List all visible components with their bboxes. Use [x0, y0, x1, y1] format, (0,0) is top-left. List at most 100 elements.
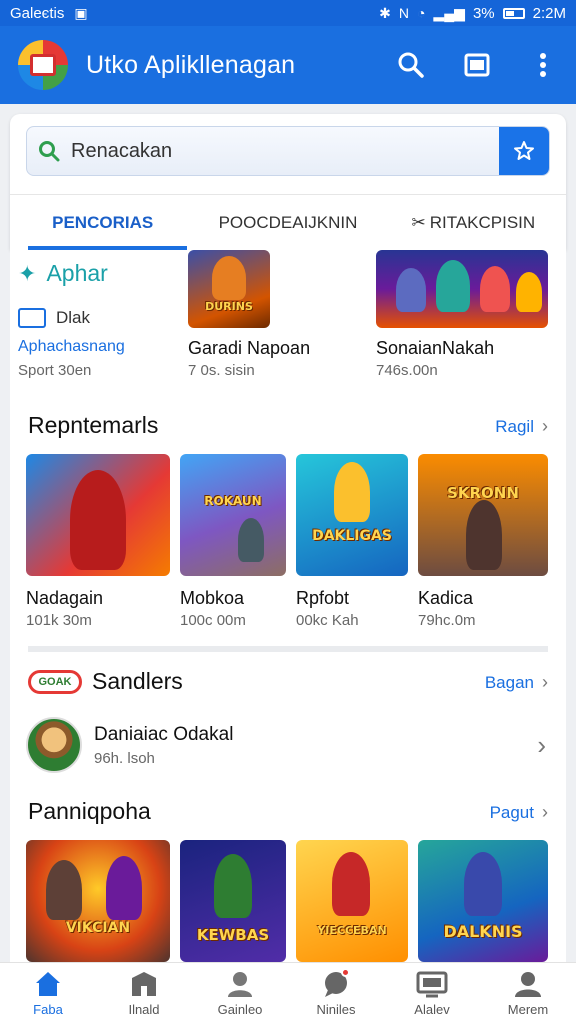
app-name[interactable]: Garadi Napoan — [188, 338, 310, 359]
see-more-link[interactable]: Pagut › — [490, 802, 548, 823]
app-thumb[interactable]: SKRONN — [418, 454, 548, 576]
character-art — [436, 260, 470, 312]
character-art — [106, 856, 142, 920]
nav-store[interactable]: Ilnald — [96, 963, 192, 1024]
nav-home[interactable]: Faba — [0, 963, 96, 1024]
featured-heading[interactable]: ✦ Aphar — [18, 260, 108, 287]
tv-icon — [416, 970, 448, 998]
featured-heading-text: Aphar — [46, 260, 108, 286]
section-title-sandlers: Sandlers — [92, 668, 183, 694]
app-meta: 7 0s. sisin — [188, 362, 255, 379]
app-meta: 79hc.0m — [418, 612, 476, 629]
featured-thumb-1[interactable]: DURINS — [188, 250, 270, 328]
chevron-right-icon: › — [542, 416, 548, 436]
app-thumb[interactable]: YIECCEBAN — [296, 840, 408, 962]
voice-search-button[interactable] — [499, 127, 549, 175]
nav-person[interactable]: Gainleo — [192, 963, 288, 1024]
featured-thumb-2[interactable] — [376, 250, 548, 328]
tab-ritakcpisin[interactable]: ✂ RITAKCPISIN — [381, 195, 566, 250]
list-item-title: Daniaiac Odakal — [94, 723, 234, 745]
chevron-right-icon: › — [542, 672, 548, 692]
notification-icon: ▣ — [74, 4, 88, 21]
person-icon — [224, 970, 256, 998]
featured-sublabel[interactable]: Dlak — [18, 308, 90, 328]
nav-chat[interactable]: Niniles — [288, 963, 384, 1024]
app-thumb[interactable]: KEWBAS — [180, 840, 286, 962]
character-art — [238, 518, 264, 562]
app-meta: 101k 30m — [26, 612, 92, 629]
app-thumb[interactable]: DALKNIS — [418, 840, 548, 962]
see-more-label: Pagut — [489, 802, 534, 822]
nav-account[interactable]: Merem — [480, 963, 576, 1024]
app-thumb[interactable]: ROKAUN — [180, 454, 286, 576]
section-title-recommended: Repntemarls — [28, 412, 159, 438]
nfc-icon: N — [398, 5, 410, 21]
featured-app-name[interactable]: Aphachasnang — [18, 338, 178, 356]
nav-label: Niniles — [316, 1002, 356, 1017]
home-icon — [32, 970, 64, 998]
chat-icon — [320, 968, 352, 998]
featured-app-meta: Sport 30en — [18, 362, 92, 379]
diamond-icon: ✦ — [18, 260, 37, 286]
game-art-title: KEWBAS — [196, 926, 270, 944]
character-art — [480, 266, 510, 312]
tab-poocdeaijknin[interactable]: POOCDEAIJKNIN — [195, 195, 380, 250]
character-art — [464, 852, 502, 916]
tab-label: PENCORIAS — [52, 212, 154, 232]
tools-icon: ✂ — [411, 212, 426, 232]
app-meta: 746s.00n — [376, 362, 438, 379]
character-art — [332, 852, 370, 916]
game-art-title: DAKLIGAS — [312, 528, 392, 544]
more-vert-icon[interactable] — [528, 50, 558, 80]
app-thumb[interactable]: DAKLIGAS — [296, 454, 408, 576]
app-logo — [18, 40, 68, 90]
clock: 2:2M — [532, 4, 566, 22]
app-name[interactable]: Nadagain — [26, 588, 103, 609]
character-art — [212, 256, 246, 300]
battery-percent: 3% — [472, 4, 495, 22]
search-bar[interactable]: Renacakan — [26, 126, 550, 176]
store-icon — [128, 970, 160, 998]
nav-label: Gainleo — [217, 1002, 263, 1017]
game-art-title: VIKCIAN — [65, 920, 131, 936]
nav-label: Alalev — [414, 1002, 450, 1017]
avatar — [26, 717, 82, 773]
nav-label: Ilnald — [128, 1002, 160, 1017]
see-more-link[interactable]: Bagan › — [485, 672, 548, 693]
notification-dot — [341, 968, 350, 977]
nav-tv[interactable]: Alalev — [384, 963, 480, 1024]
character-art — [46, 860, 82, 920]
app-name[interactable]: Kadica — [418, 588, 473, 609]
featured-sublabel-text: Dlak — [56, 308, 91, 327]
section-badge-logo: GOAK — [28, 670, 82, 694]
app-name[interactable]: Rpfobt — [296, 588, 349, 609]
list-item-subtitle: 96h. lsoh — [94, 749, 155, 767]
app-bar: Utko Aplikllenagan — [0, 26, 576, 104]
game-art-title: DURINS — [205, 300, 253, 313]
list-item[interactable]: Daniaiac Odakal 96h. lsoh › — [26, 712, 546, 778]
app-thumb[interactable] — [26, 454, 170, 576]
bluetooth-icon: ✱ — [379, 4, 391, 21]
account-icon — [512, 970, 544, 998]
main-content: ✦ Aphar Dlak Aphachasnang Sport 30en DUR… — [10, 250, 566, 962]
status-bar: Galeєtis ▣ ✱ N ◔ ▂▄▆ 3% 2:2M — [0, 0, 576, 26]
game-art-title: YIECCEBAN — [317, 924, 387, 937]
tab-pencorias[interactable]: PENCORIAS — [10, 195, 195, 250]
window-icon[interactable] — [462, 50, 492, 80]
section-title-popular: Panniqpoha — [28, 798, 151, 824]
app-name[interactable]: SonaianNakah — [376, 338, 494, 359]
search-icon[interactable] — [396, 50, 426, 80]
search-input[interactable]: Renacakan — [71, 140, 499, 163]
app-thumb[interactable]: VIKCIAN — [26, 840, 170, 962]
search-card: Renacakan PENCORIAS POOCDEAIJKNIN ✂ RITAK… — [10, 114, 566, 250]
character-art — [70, 470, 126, 570]
window-icon — [18, 308, 46, 328]
app-meta: 00kc Kah — [296, 612, 359, 629]
wifi-icon: ◔ — [417, 5, 426, 21]
battery-icon — [502, 7, 525, 19]
app-name[interactable]: Mobkoa — [180, 588, 244, 609]
see-more-link[interactable]: Ragil › — [495, 416, 548, 437]
nav-label: Faba — [33, 1002, 63, 1017]
bottom-navigation: Faba Ilnald Gainleo Niniles Alalev Merem — [0, 962, 576, 1024]
app-title: Utko Aplikllenagan — [86, 50, 296, 79]
